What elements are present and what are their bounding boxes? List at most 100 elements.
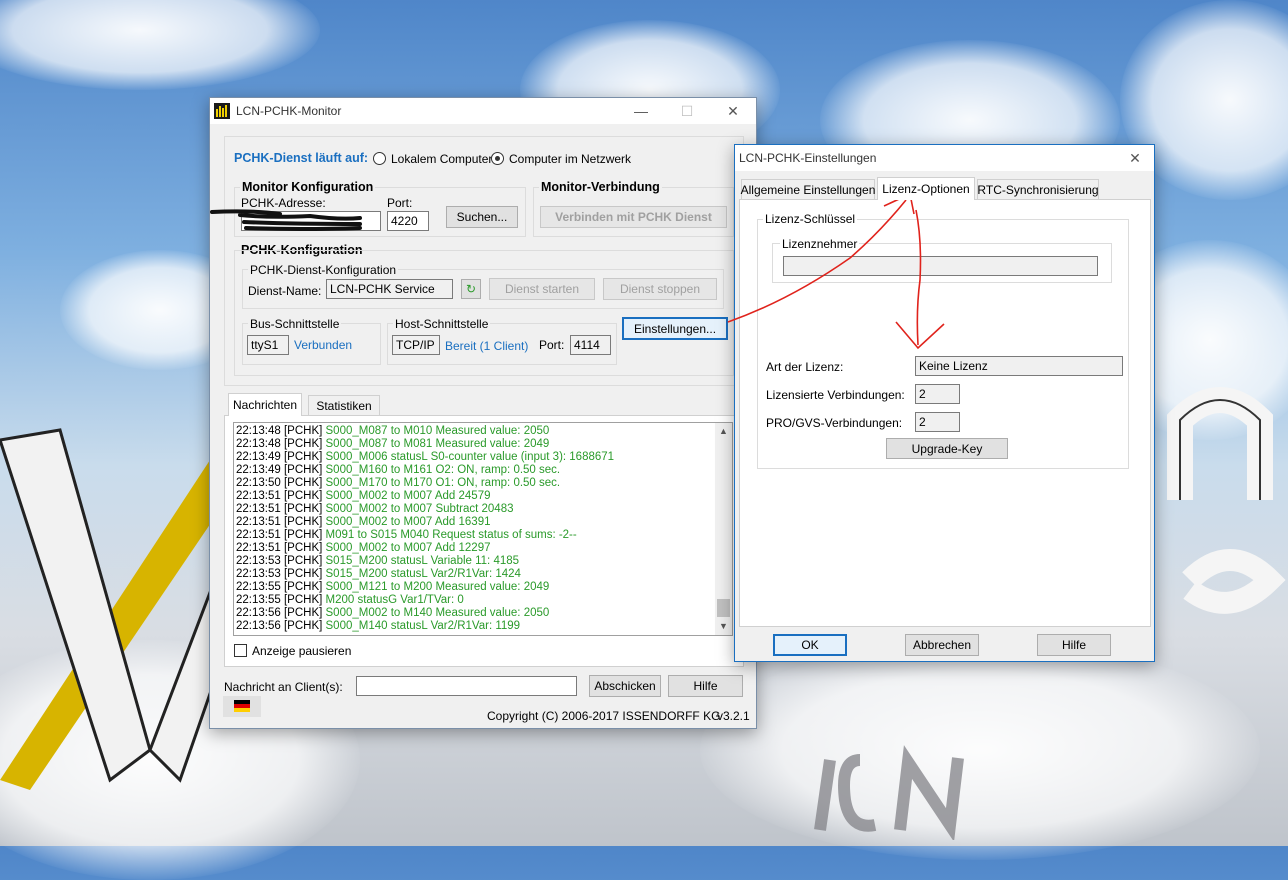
connect-button[interactable]: Verbinden mit PCHK Dienst xyxy=(540,206,727,228)
settings-close-button[interactable]: ✕ xyxy=(1115,145,1155,171)
search-button[interactable]: Suchen... xyxy=(446,206,518,228)
log-message: S000_M006 statusL S0-counter value (inpu… xyxy=(325,451,615,463)
log-source: [PCHK] xyxy=(283,594,326,606)
service-runs-on-label: PCHK-Dienst läuft auf: xyxy=(234,151,369,165)
log-message: S000_M002 to M007 Add 16391 xyxy=(325,516,491,528)
stop-service-button[interactable]: Dienst stoppen xyxy=(603,278,717,300)
radio-local-label[interactable]: Lokalem Computer xyxy=(391,152,492,166)
help-button[interactable]: Hilfe xyxy=(668,675,743,697)
licensee-title: Lizenznehmer xyxy=(780,237,860,251)
log-time: 22:13:50 xyxy=(236,477,284,489)
close-button[interactable]: ✕ xyxy=(710,98,756,124)
tab-rtc-sync[interactable]: RTC-Synchronisierung xyxy=(977,179,1099,200)
log-line: 22:13:51 [PCHK] S000_M002 to M007 Add 16… xyxy=(236,516,732,529)
log-line: 22:13:50 [PCHK] S000_M170 to M170 O1: ON… xyxy=(236,477,732,490)
log-source: [PCHK] xyxy=(283,503,326,515)
tab-statistics[interactable]: Statistiken xyxy=(308,395,380,416)
log-message: S000_M002 to M007 Add 12297 xyxy=(325,542,491,554)
log-time: 22:13:55 xyxy=(236,594,284,606)
service-name-label: Dienst-Name: xyxy=(248,284,322,298)
log-source: [PCHK] xyxy=(283,542,326,554)
monitor-titlebar[interactable]: LCN-PCHK-Monitor — ☐ ✕ xyxy=(210,98,756,124)
upgrade-key-button[interactable]: Upgrade-Key xyxy=(886,438,1008,459)
monitor-connection-title: Monitor-Verbindung xyxy=(539,180,662,194)
log-source: [PCHK] xyxy=(283,451,326,463)
log-line: 22:13:48 [PCHK] S000_M087 to M010 Measur… xyxy=(236,425,732,438)
log-time: 22:13:48 xyxy=(236,425,284,437)
pro-gvs-field: 2 xyxy=(915,412,960,432)
radio-local-computer[interactable] xyxy=(373,152,386,165)
copyright-text: Copyright (C) 2006-2017 ISSENDORFF KG xyxy=(487,709,721,723)
port-input[interactable]: 4220 xyxy=(387,211,429,231)
log-line: 22:13:49 [PCHK] S000_M006 statusL S0-cou… xyxy=(236,451,732,464)
settings-help-button[interactable]: Hilfe xyxy=(1037,634,1111,656)
cancel-button[interactable]: Abbrechen xyxy=(905,634,979,656)
log-time: 22:13:53 xyxy=(236,568,284,580)
bus-interface-field: ttyS1 xyxy=(247,335,289,355)
log-time: 22:13:53 xyxy=(236,555,284,567)
start-service-button[interactable]: Dienst starten xyxy=(489,278,595,300)
close-icon: ✕ xyxy=(727,102,739,119)
message-log[interactable]: 22:13:48 [PCHK] S000_M087 to M010 Measur… xyxy=(233,422,733,636)
log-message: S000_M170 to M170 O1: ON, ramp: 0.50 sec… xyxy=(325,477,561,489)
licensed-connections-label: Lizensierte Verbindungen: xyxy=(766,388,905,402)
pause-display-label[interactable]: Anzeige pausieren xyxy=(252,644,351,658)
settings-titlebar[interactable]: LCN-PCHK-Einstellungen ✕ xyxy=(735,145,1154,171)
log-source: [PCHK] xyxy=(283,555,326,567)
licensee-field xyxy=(783,256,1098,276)
maximize-button[interactable]: ☐ xyxy=(664,98,710,124)
log-source: [PCHK] xyxy=(283,477,326,489)
log-message: S000_M121 to M200 Measured value: 2049 xyxy=(325,581,550,593)
message-input[interactable] xyxy=(356,676,577,696)
log-source: [PCHK] xyxy=(283,516,326,528)
scroll-up-icon[interactable]: ▲ xyxy=(715,423,732,440)
tab-messages[interactable]: Nachrichten xyxy=(228,393,302,416)
send-button[interactable]: Abschicken xyxy=(589,675,661,697)
log-message: S000_M160 to M161 O2: ON, ramp: 0.50 sec… xyxy=(325,464,561,476)
log-scrollbar[interactable]: ▲ ▼ xyxy=(715,423,732,635)
scroll-thumb[interactable] xyxy=(717,599,730,617)
tab-general-settings[interactable]: Allgemeine Einstellungen xyxy=(741,179,875,200)
log-source: [PCHK] xyxy=(283,529,326,541)
log-source: [PCHK] xyxy=(283,438,326,450)
ok-button[interactable]: OK xyxy=(773,634,847,656)
tab-license-options[interactable]: Lizenz-Optionen xyxy=(877,177,975,200)
log-time: 22:13:51 xyxy=(236,542,284,554)
log-line: 22:13:56 [PCHK] S000_M140 statusL Var2/R… xyxy=(236,620,732,633)
wallpaper-letters xyxy=(1167,387,1286,614)
log-source: [PCHK] xyxy=(283,490,326,502)
maximize-icon: ☐ xyxy=(680,102,694,119)
log-line: 22:13:51 [PCHK] S000_M002 to M007 Add 12… xyxy=(236,542,732,555)
refresh-service-button[interactable]: ↻ xyxy=(461,279,481,299)
log-line: 22:13:48 [PCHK] S000_M087 to M081 Measur… xyxy=(236,438,732,451)
log-message: S000_M087 to M081 Measured value: 2049 xyxy=(325,438,550,450)
language-button[interactable] xyxy=(223,696,261,717)
minimize-button[interactable]: — xyxy=(618,98,664,124)
log-source: [PCHK] xyxy=(283,568,326,580)
host-interface-title: Host-Schnittstelle xyxy=(393,317,491,331)
log-line: 22:13:53 [PCHK] S015_M200 statusL Var2/R… xyxy=(236,568,732,581)
log-time: 22:13:51 xyxy=(236,529,284,541)
log-time: 22:13:51 xyxy=(236,503,284,515)
minimize-icon: — xyxy=(634,103,648,119)
log-message: S015_M200 statusL Variable 11: 4185 xyxy=(325,555,520,567)
log-time: 22:13:48 xyxy=(236,438,284,450)
close-icon: ✕ xyxy=(1129,149,1141,166)
bus-interface-title: Bus-Schnittstelle xyxy=(248,317,342,331)
radio-network-label[interactable]: Computer im Netzwerk xyxy=(509,152,631,166)
pause-display-checkbox[interactable] xyxy=(234,644,247,657)
log-message: S000_M087 to M010 Measured value: 2050 xyxy=(325,425,550,437)
monitor-window: LCN-PCHK-Monitor — ☐ ✕ PCHK-Dienst läuft… xyxy=(209,97,757,729)
log-message: M091 to S015 M040 Request status of sums… xyxy=(325,529,577,541)
host-port-field: 4114 xyxy=(570,335,611,355)
log-time: 22:13:55 xyxy=(236,581,284,593)
log-lines: 22:13:48 [PCHK] S000_M087 to M010 Measur… xyxy=(236,425,732,633)
log-message: S000_M140 statusL Var2/R1Var: 1199 xyxy=(325,620,521,632)
log-line: 22:13:53 [PCHK] S015_M200 statusL Variab… xyxy=(236,555,732,568)
radio-network-computer[interactable] xyxy=(491,152,504,165)
host-status: Bereit (1 Client) xyxy=(445,339,529,353)
scroll-down-icon[interactable]: ▼ xyxy=(715,618,732,635)
monitor-config-title: Monitor Konfiguration xyxy=(240,180,376,194)
settings-button[interactable]: Einstellungen... xyxy=(622,317,728,340)
refresh-icon: ↻ xyxy=(465,282,477,296)
